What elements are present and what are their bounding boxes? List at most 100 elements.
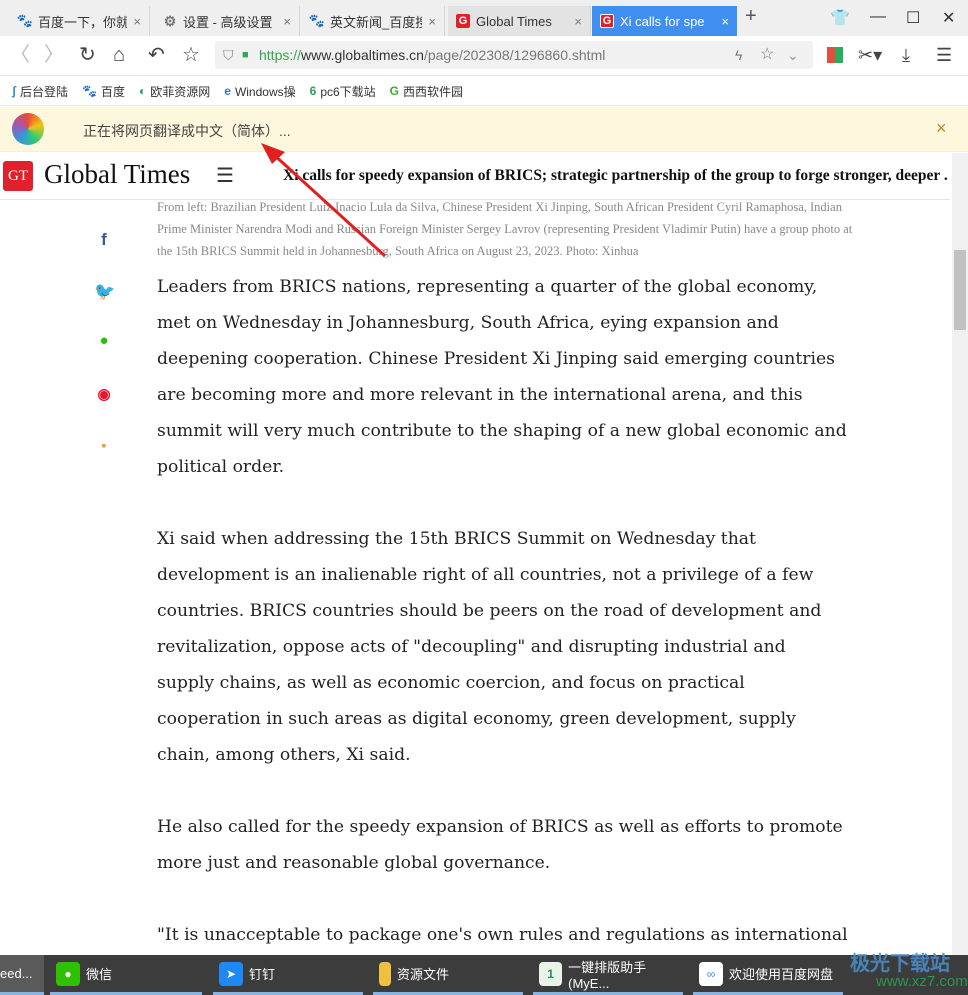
paragraph-line: Leaders from BRICS nations, representing… [157,277,818,297]
bookmark-item[interactable]: ◐ 欧菲资源网 [139,83,210,100]
weibo-icon[interactable]: ◉ [94,385,114,403]
close-icon[interactable]: × [428,14,436,29]
facebook-icon[interactable]: f [94,230,114,250]
article-headline: Xi calls for speedy expansion of BRICS; … [283,167,948,184]
bookmark-item[interactable]: 6 pc6下载站 [310,83,376,100]
paragraph-line: more just and reasonable global governan… [157,853,551,873]
bookmark-label: Windows操 [234,84,296,99]
favorite-icon[interactable]: ☆ [760,41,774,69]
scissors-icon[interactable]: ✂▾ [858,44,882,66]
tab-label: 设置 - 高级设置 [183,14,273,30]
site-header: GT Global Times ☰ Xi calls for speedy ex… [0,153,950,200]
tab-label: 百度一下，你就 [38,14,128,30]
close-icon[interactable]: × [721,14,729,29]
taskbar: eed... ● 微信 ➤ 钉钉 资源文件 1 一键排版助手(MyE... ∞ 欢迎使用… [0,953,968,995]
taskbar-item-wechat[interactable]: ● 微信 [50,955,202,995]
bookmark-label: 欧菲资源网 [150,84,211,99]
forward-button[interactable]: 〉 [44,44,64,66]
bookmark-item[interactable]: ʃ 后台登陆 [12,83,68,100]
close-translate-button[interactable]: × [936,118,947,139]
paragraph-line: supply chains, as well as economic coerc… [157,673,745,693]
download-icon[interactable]: ⤓ [902,44,910,66]
scrollbar[interactable] [952,153,968,955]
baidu-paw-icon: 🐾 [308,13,326,28]
paragraph-line: political order. [157,457,285,477]
bookmark-icon: ʃ [12,84,16,98]
article-paragraph: Xi said when addressing the 15th BRICS S… [157,521,877,773]
undo-close-button[interactable]: ↶ [148,44,165,66]
close-icon[interactable]: × [283,14,291,29]
paragraph-line: summit will very much contribute to the … [157,421,847,441]
folder-icon [379,961,391,986]
address-bar[interactable]: ⛉ ■ https://www.globaltimes.cn/page/2023… [215,41,813,69]
bookmark-star-button[interactable]: ☆ [182,44,200,66]
bookmark-icon: e [224,84,231,98]
tab-baidu[interactable]: 🐾 百度一下，你就 × [10,6,150,36]
taskbar-item-myeditor[interactable]: 1 一键排版助手(MyE... [533,955,683,995]
close-icon[interactable]: × [574,14,582,29]
tab-global-times[interactable]: G Global Times × [448,6,591,36]
paragraph-line: are becoming more and more relevant in t… [157,385,803,405]
photo-caption: From left: Brazilian President Luiz Inac… [157,200,853,258]
hamburger-menu-icon[interactable]: ☰ [216,163,234,188]
translate-logo-icon [12,113,44,145]
bookmark-label: pc6下载站 [320,84,376,99]
paragraph-line: development is an inalienable right of a… [157,565,814,585]
bookmark-item[interactable]: 🐾 百度 [82,83,125,100]
tab-baidu-search[interactable]: 🐾 英文新闻_百度搜 × [302,6,445,36]
taskbar-label: 欢迎使用百度网盘 [729,967,834,982]
url-scheme: https:// [259,47,302,63]
twitter-icon[interactable]: 🐦 [94,282,115,302]
baidu-paw-icon: 🐾 [16,13,34,28]
taskbar-item-baidu-netdisk[interactable]: ∞ 欢迎使用百度网盘 [693,955,843,995]
close-icon[interactable]: × [133,14,141,29]
lightning-icon[interactable]: ϟ [735,41,742,69]
bookmark-item[interactable]: G 西西软件园 [390,83,463,100]
tab-label: Xi calls for spe [620,13,705,29]
taskbar-item-folder[interactable]: 资源文件 [373,955,523,995]
taskbar-item-dingtalk[interactable]: ➤ 钉钉 [213,955,363,995]
maximize-button[interactable]: ☐ [906,8,920,28]
paragraph-line: He also called for the speedy expansion … [157,817,843,837]
back-button[interactable]: 〈 [10,44,30,66]
taskbar-item[interactable]: eed... [0,955,44,995]
paragraph-line: met on Wednesday in Johannesburg, South … [157,313,779,333]
bookmark-icon: ◐ [138,84,147,98]
tab-xi-calls[interactable]: G Xi calls for spe × [592,6,737,36]
paragraph-line: deepening cooperation. Chinese President… [157,349,835,369]
minimize-button[interactable]: — [870,8,886,26]
bookmark-label: 后台登陆 [20,84,69,99]
article-body: Leaders from BRICS nations, representing… [157,269,877,989]
wechat-icon[interactable]: ● [94,332,114,349]
home-button[interactable]: ⌂ [113,44,125,66]
bookmark-label: 百度 [100,84,125,99]
translate-status: 正在将网页翻译成中文（简体）... [83,123,291,139]
gt-icon: G [456,14,470,28]
menu-icon[interactable]: ☰ [936,44,952,66]
bookmark-icon: G [389,84,400,98]
taskbar-label: 钉钉 [249,967,276,982]
close-window-button[interactable]: ✕ [942,8,955,28]
baidu-paw-icon: 🐾 [82,84,97,98]
gear-icon: ⚙ [163,12,177,29]
comment-icon[interactable]: ▪ [94,437,114,453]
navigation-bar: 〈 〉 ↻ ⌂ ↶ ☆ ⛉ ■ https://www.globaltimes.… [0,36,968,76]
watermark-logo: 极光下载站 [850,953,950,975]
bookmarks-bar: ʃ 后台登陆 🐾 百度 ◐ 欧菲资源网 e Windows操 6 pc6下载站 G 西西软件… [0,77,968,106]
paragraph-line: countries. BRICS countries should be pee… [157,601,822,621]
tab-settings[interactable]: ⚙ 设置 - 高级设置 × [155,6,300,36]
site-name[interactable]: Global Times [44,159,190,190]
shield-icon: ⛉ [223,47,234,63]
apps-icon[interactable] [827,47,843,63]
tab-bar: 🐾 百度一下，你就 × ⚙ 设置 - 高级设置 × 🐾 英文新闻_百度搜 × G Global… [0,0,968,36]
new-tab-button[interactable]: + [745,5,757,28]
taskbar-label: 一键排版助手(MyE... [568,959,647,991]
scrollbar-thumb[interactable] [954,250,966,330]
skin-icon[interactable]: 👕 [830,8,850,28]
bookmark-item[interactable]: e Windows操 [224,83,295,100]
bookmark-icon: 6 [309,84,317,98]
reload-button[interactable]: ↻ [79,44,96,66]
gt-logo[interactable]: GT [3,161,33,191]
bookmark-label: 西西软件园 [403,84,464,99]
chevron-down-icon[interactable]: ⌄ [787,41,799,69]
